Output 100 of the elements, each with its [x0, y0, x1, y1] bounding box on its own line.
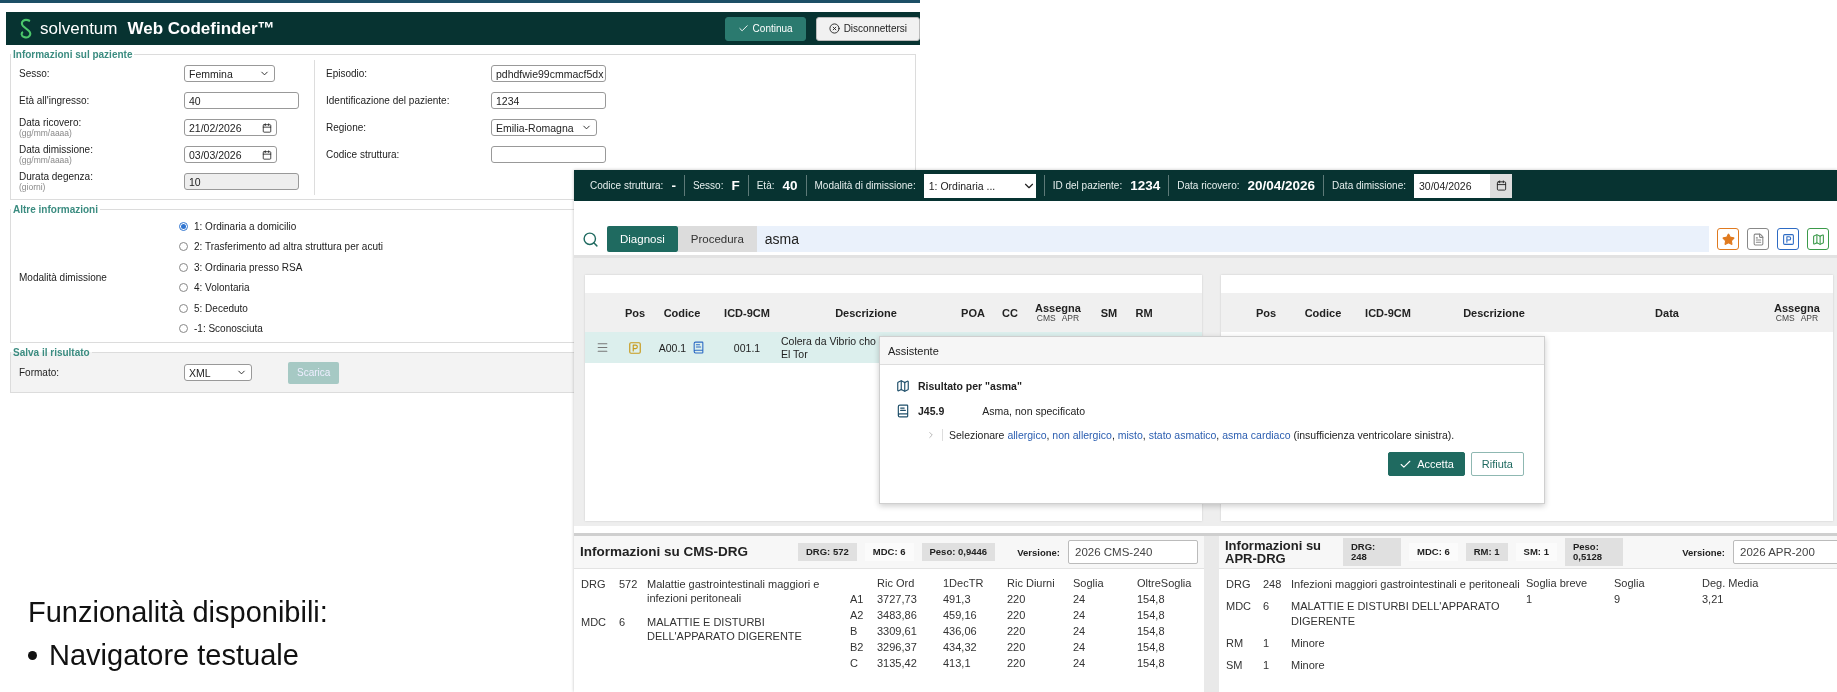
toolbar-button[interactable] — [1747, 228, 1769, 250]
info-code: 6 — [619, 614, 627, 630]
summary-label: Modalità di dimissione: — [814, 180, 916, 191]
radio-label: 1: Ordinaria a domicilio — [194, 220, 297, 232]
date-field[interactable]: 30/04/2026 — [1414, 173, 1512, 198]
select-field[interactable]: XML — [184, 364, 252, 381]
table-cell-text: 436,06 — [943, 625, 978, 637]
table-cell-text: 3296,37 — [877, 641, 918, 653]
parking-square-icon — [1781, 232, 1795, 246]
input-field[interactable]: 1234 — [491, 92, 606, 109]
tab[interactable]: Procedura — [677, 226, 757, 252]
info-text: Malattie gastrointestinali maggiori e infezioni peritoneali — [647, 577, 821, 606]
field-hint: (gg/mm/aaaa) — [19, 128, 73, 138]
field-label: Regione: — [326, 122, 368, 133]
input-field[interactable]: 40 — [184, 92, 299, 109]
info-code: 248 — [1263, 577, 1283, 592]
info-key: DRG — [1226, 577, 1263, 592]
table-cell-text: 9 — [1614, 593, 1622, 605]
field-hint: (giorni) — [19, 182, 47, 192]
radio-label: 5: Deceduto — [194, 302, 248, 314]
table-cell: A00.1 — [658, 341, 687, 354]
column-header: Assegna — [1035, 302, 1081, 314]
column-header: POA — [960, 306, 986, 319]
radio-button[interactable] — [179, 242, 188, 251]
chevron-right-icon[interactable] — [926, 430, 936, 440]
table-cell-text: 24 — [1073, 625, 1087, 637]
table-cell-text: C — [850, 657, 859, 669]
info-key: RM — [1226, 635, 1263, 651]
table-cell-text: B2 — [850, 641, 865, 653]
summary-value: 40 — [782, 178, 798, 193]
table-cell-text: 1 — [1526, 593, 1534, 605]
radio-button[interactable] — [179, 283, 188, 292]
drag-handle-icon[interactable] — [595, 341, 609, 354]
book-icon[interactable] — [692, 341, 706, 354]
radio-button[interactable] — [179, 221, 188, 231]
field-label: Durata degenza: — [19, 171, 94, 182]
version-field[interactable]: 2026 CMS-240 — [1068, 540, 1198, 564]
select-field[interactable]: Emilia-Romagna — [491, 119, 597, 136]
search-icon[interactable] — [582, 230, 599, 248]
column-header: Pos — [623, 306, 647, 319]
column-header: Assegna — [1774, 302, 1820, 314]
toolbar-button[interactable] — [1777, 228, 1799, 250]
table-cell-text: 459,16 — [943, 609, 978, 621]
column-header: SM — [1099, 306, 1119, 319]
field-label: Età all'ingresso: — [19, 95, 91, 106]
toolbar-button[interactable] — [1807, 228, 1829, 250]
info-key: SM — [1226, 658, 1263, 673]
column-header: Data — [1654, 306, 1680, 319]
calendar-icon — [262, 122, 272, 133]
tab[interactable]: Diagnosi — [607, 226, 678, 252]
summary-value: 1234 — [1130, 178, 1161, 193]
field-label: Episodio: — [326, 68, 369, 79]
info-badge: DRG: 248 — [1343, 537, 1401, 567]
select-field[interactable]: Femmina — [184, 65, 275, 82]
info-label: MDC: 6 — [864, 542, 914, 562]
option-link[interactable]: misto — [1117, 429, 1143, 441]
input-field[interactable] — [491, 146, 606, 163]
field-label: Formato: — [19, 367, 60, 378]
favorite-button[interactable] — [1717, 228, 1739, 250]
table-cell: Colera da Vibrio cho El Tor — [781, 335, 876, 360]
column-header: Deg. Media — [1702, 577, 1760, 589]
option-link[interactable]: non allergico — [1052, 429, 1112, 441]
field-label: Versione: — [1017, 546, 1060, 558]
search-field[interactable]: asma — [756, 226, 1709, 252]
field-label: Versione: — [1682, 546, 1725, 558]
table-cell-text: 220 — [1007, 641, 1027, 653]
select-field[interactable]: 1: Ordinaria ... — [923, 173, 1036, 198]
disconnect-button[interactable]: Disconnettersi — [815, 16, 920, 41]
continue-button[interactable]: Continua — [724, 16, 806, 41]
column-header: Descrizione — [834, 306, 898, 319]
summary-value: 20/04/2026 — [1247, 178, 1316, 193]
column-header: Codice — [1303, 306, 1343, 319]
table-cell-text: 220 — [1007, 609, 1027, 621]
column-header: Soglia — [1073, 577, 1105, 589]
info-badge: RM: 1 — [1465, 542, 1508, 562]
version-field[interactable]: 2026 APR-200 — [1733, 540, 1837, 564]
radio-button[interactable] — [179, 262, 188, 272]
info-text: Infezioni maggiori gastrointestinali e peritoneali — [1291, 577, 1521, 592]
reject-button[interactable]: Rifiuta — [1470, 452, 1524, 476]
panel-title: Informazioni su CMS-DRG — [580, 545, 749, 559]
radio-button[interactable] — [179, 324, 188, 333]
column-subheader: CMS — [1036, 313, 1056, 323]
column-header: Soglia — [1614, 577, 1646, 589]
section-title: Altre informazioni — [12, 204, 99, 215]
map-icon — [1811, 232, 1825, 246]
star-icon — [1721, 232, 1735, 246]
radio-button[interactable] — [179, 303, 188, 313]
table-cell-text: A1 — [850, 593, 865, 605]
accept-button[interactable]: Accetta — [1388, 452, 1465, 476]
field-label: Identificazione del paziente: — [326, 95, 451, 106]
input-field[interactable]: pdhdfwie99cmmacf5dx — [491, 65, 606, 82]
date-field[interactable]: 03/03/2026 — [184, 146, 277, 163]
option-link[interactable]: asma cardiaco — [1222, 429, 1291, 441]
info-code: 1 — [1263, 635, 1271, 651]
section-title: Salva il risultato — [12, 346, 91, 358]
column-subheader: APR — [1800, 313, 1819, 323]
info-text: MALATTIE E DISTURBI DELL'APPARATO DIGERENTE — [1291, 599, 1501, 628]
date-field[interactable]: 21/02/2026 — [184, 119, 277, 136]
table-cell-text: A2 — [850, 609, 865, 621]
column-header: ICD-9CM — [723, 306, 771, 319]
